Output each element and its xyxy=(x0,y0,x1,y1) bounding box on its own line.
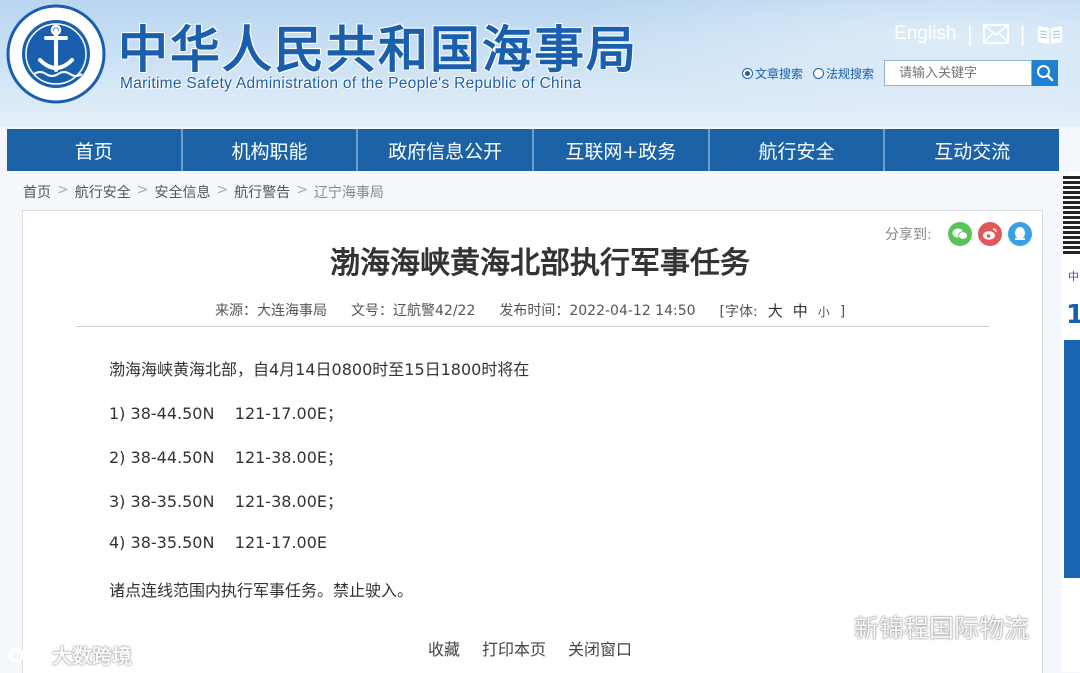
article-actions: 收藏 打印本页 关闭窗口 xyxy=(428,636,632,660)
side-number: 1 xyxy=(1066,300,1080,330)
article-meta: 来源：大连海事局 文号：辽航警42/22 发布时间：2022-04-12 14:… xyxy=(215,300,845,321)
book-icon[interactable] xyxy=(1036,23,1064,45)
breadcrumb-separator: > xyxy=(296,182,308,198)
breadcrumb-warnings[interactable]: 航行警告 xyxy=(234,182,290,202)
title-divider xyxy=(76,326,989,327)
search-bar: 文章搜索 法规搜索 xyxy=(741,60,1058,86)
breadcrumb-separator: > xyxy=(216,182,229,198)
divider: | xyxy=(1019,22,1026,46)
breadcrumb-navigation-safety[interactable]: 航行安全 xyxy=(75,182,131,202)
radio-law-search[interactable]: 法规搜索 xyxy=(812,65,874,82)
article-paragraph: 渤海海峡黄海北部，自4月14日0800时至15日1800时将在 xyxy=(109,360,530,379)
watermark-left-text: 大数跨境 xyxy=(52,644,132,668)
nav-gov-info[interactable]: 政府信息公开 xyxy=(358,129,535,171)
article-published: 发布时间：2022-04-12 14:50 xyxy=(499,303,696,319)
breadcrumb-separator: > xyxy=(57,182,69,198)
divider: | xyxy=(966,22,974,46)
radio-article-label: 文章搜索 xyxy=(754,66,803,81)
nav-navigation-safety[interactable]: 航行安全 xyxy=(710,129,886,171)
nav-home[interactable]: 首页 xyxy=(7,129,183,171)
article-paragraph: 2) 38-44.50N 121-38.00E； xyxy=(109,448,343,467)
font-size-close: ] xyxy=(839,304,846,320)
mail-icon[interactable] xyxy=(983,24,1010,44)
favorite-link[interactable]: 收藏 xyxy=(428,636,460,660)
search-input[interactable] xyxy=(884,60,1032,86)
nav-internet-gov[interactable]: 互联网+政务 xyxy=(534,129,710,171)
watermark-logo-icon xyxy=(8,647,48,662)
article-doc-no: 文号：辽航警42/22 xyxy=(351,303,476,319)
article-paragraph: 4) 38-35.50N 121-17.00E xyxy=(109,533,327,552)
search-icon xyxy=(1037,65,1054,82)
nav-functions[interactable]: 机构职能 xyxy=(183,129,359,171)
article-paragraph: 1) 38-44.50N 121-17.00E； xyxy=(109,404,343,423)
china-msa-logo[interactable] xyxy=(6,4,106,104)
breadcrumb: 首页 > 航行安全 > 安全信息 > 航行警告 > 辽宁海事局 xyxy=(23,182,384,202)
site-header: 中华人民共和国海事局 Maritime Safety Administratio… xyxy=(0,0,1080,127)
breadcrumb-home[interactable]: 首页 xyxy=(23,182,51,202)
breadcrumb-current[interactable]: 辽宁海事局 xyxy=(314,182,384,202)
main-nav: 首页 机构职能 政府信息公开 互联网+政务 航行安全 互动交流 xyxy=(7,129,1059,171)
site-title-en: Maritime Safety Administration of the Pe… xyxy=(120,75,582,92)
search-button[interactable] xyxy=(1032,60,1058,86)
nav-interaction[interactable]: 互动交流 xyxy=(885,129,1059,171)
side-banner[interactable] xyxy=(1064,340,1080,578)
english-link[interactable]: English xyxy=(894,23,956,45)
watermark-left: 大数跨境 xyxy=(8,640,132,669)
article-paragraph: 诸点连线范围内执行军事任务。禁止驶入。 xyxy=(109,581,414,600)
radio-law-label: 法规搜索 xyxy=(825,66,874,81)
font-size-small[interactable]: 小 xyxy=(818,303,830,320)
article-title: 渤海海峡黄海北部执行军事任务 xyxy=(330,246,750,281)
watermark-right: 新锦程国际物流 xyxy=(808,609,1029,645)
top-links: English | | xyxy=(894,22,1064,46)
font-size-medium[interactable]: 中 xyxy=(793,300,808,321)
article-paragraph: 3) 38-35.50N 121-38.00E； xyxy=(109,492,343,511)
close-window-link[interactable]: 关闭窗口 xyxy=(568,636,632,660)
site-title-cn: 中华人民共和国海事局 xyxy=(118,21,638,79)
article-source: 来源：大连海事局 xyxy=(215,303,327,319)
font-size-large[interactable]: 大 xyxy=(768,300,783,321)
radio-checked-icon xyxy=(741,67,753,79)
font-size-label: [字体: xyxy=(719,304,758,320)
breadcrumb-separator: > xyxy=(136,182,149,198)
radio-unchecked-icon xyxy=(812,67,824,79)
print-link[interactable]: 打印本页 xyxy=(482,636,546,660)
breadcrumb-safety-info[interactable]: 安全信息 xyxy=(154,182,210,202)
font-size-switcher: [字体: 大 中 小 ] xyxy=(720,300,846,321)
wechat-watermark-icon xyxy=(808,612,847,641)
watermark-right-text: 新锦程国际物流 xyxy=(854,614,1030,643)
radio-article-search[interactable]: 文章搜索 xyxy=(741,65,803,82)
